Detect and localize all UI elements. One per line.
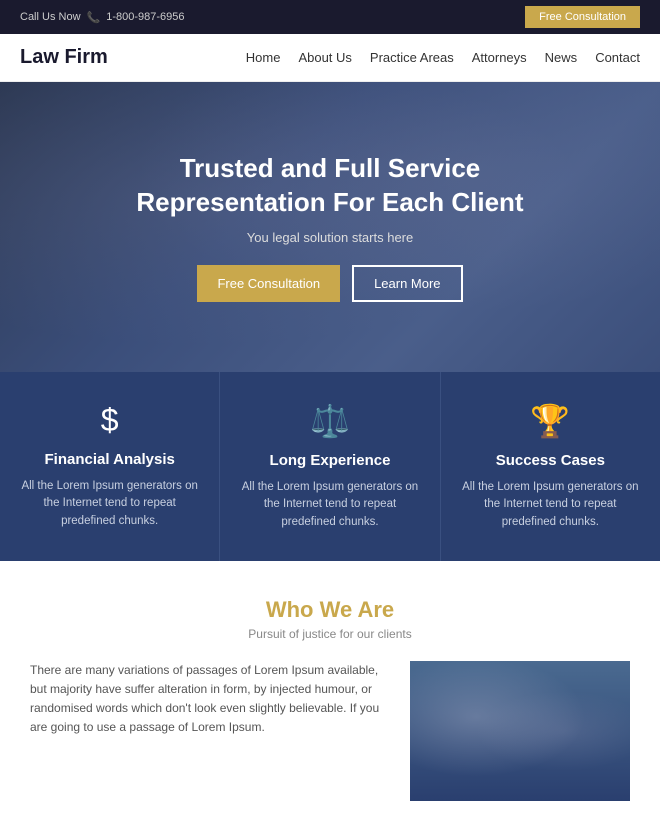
who-body: There are many variations of passages of… bbox=[30, 661, 630, 801]
feature-text-success: All the Lorem Ipsum generators on the In… bbox=[461, 479, 640, 531]
nav-attorneys[interactable]: Attorneys bbox=[472, 50, 527, 65]
who-header: Who We Are Pursuit of justice for our cl… bbox=[30, 597, 630, 641]
logo: Law Firm bbox=[20, 46, 108, 69]
hero-buttons: Free Consultation Learn More bbox=[136, 265, 523, 302]
trophy-icon: 🏆 bbox=[461, 402, 640, 440]
hero-section: Trusted and Full Service Representation … bbox=[0, 82, 660, 372]
feature-card-financial: $ Financial Analysis All the Lorem Ipsum… bbox=[0, 372, 220, 561]
feature-text-experience: All the Lorem Ipsum generators on the In… bbox=[240, 479, 419, 531]
feature-text-financial: All the Lorem Ipsum generators on the In… bbox=[20, 478, 199, 530]
top-bar-contact: Call Us Now 📞 1-800-987-6956 bbox=[20, 11, 185, 24]
who-image-inner bbox=[410, 661, 630, 801]
who-subtitle: Pursuit of justice for our clients bbox=[30, 627, 630, 641]
nav-practice[interactable]: Practice Areas bbox=[370, 50, 454, 65]
feature-card-success: 🏆 Success Cases All the Lorem Ipsum gene… bbox=[441, 372, 660, 561]
who-text: There are many variations of passages of… bbox=[30, 661, 390, 801]
nav-home[interactable]: Home bbox=[246, 50, 281, 65]
call-label: Call Us Now bbox=[20, 11, 81, 23]
phone-icon: 📞 bbox=[87, 11, 101, 24]
feature-card-experience: ⚖️ Long Experience All the Lorem Ipsum g… bbox=[220, 372, 440, 561]
nav-news[interactable]: News bbox=[545, 50, 578, 65]
feature-title-success: Success Cases bbox=[461, 452, 640, 469]
hero-secondary-button[interactable]: Learn More bbox=[352, 265, 462, 302]
features-section: $ Financial Analysis All the Lorem Ipsum… bbox=[0, 372, 660, 561]
hero-heading: Trusted and Full Service Representation … bbox=[136, 152, 523, 220]
feature-title-financial: Financial Analysis bbox=[20, 451, 199, 468]
dollar-icon: $ bbox=[20, 402, 199, 439]
hero-subtext: You legal solution starts here bbox=[136, 230, 523, 245]
who-title: Who We Are bbox=[30, 597, 630, 623]
scales-icon: ⚖️ bbox=[240, 402, 419, 440]
topbar-cta-button[interactable]: Free Consultation bbox=[525, 6, 640, 28]
phone-number: 1-800-987-6956 bbox=[106, 11, 184, 23]
who-image bbox=[410, 661, 630, 801]
nav-contact[interactable]: Contact bbox=[595, 50, 640, 65]
feature-title-experience: Long Experience bbox=[240, 452, 419, 469]
who-we-are-section: Who We Are Pursuit of justice for our cl… bbox=[0, 561, 660, 821]
top-bar: Call Us Now 📞 1-800-987-6956 Free Consul… bbox=[0, 0, 660, 34]
navbar: Law Firm Home About Us Practice Areas At… bbox=[0, 34, 660, 82]
hero-primary-button[interactable]: Free Consultation bbox=[197, 265, 340, 302]
nav-about[interactable]: About Us bbox=[298, 50, 351, 65]
hero-content: Trusted and Full Service Representation … bbox=[136, 152, 523, 302]
nav-links: Home About Us Practice Areas Attorneys N… bbox=[246, 50, 640, 65]
